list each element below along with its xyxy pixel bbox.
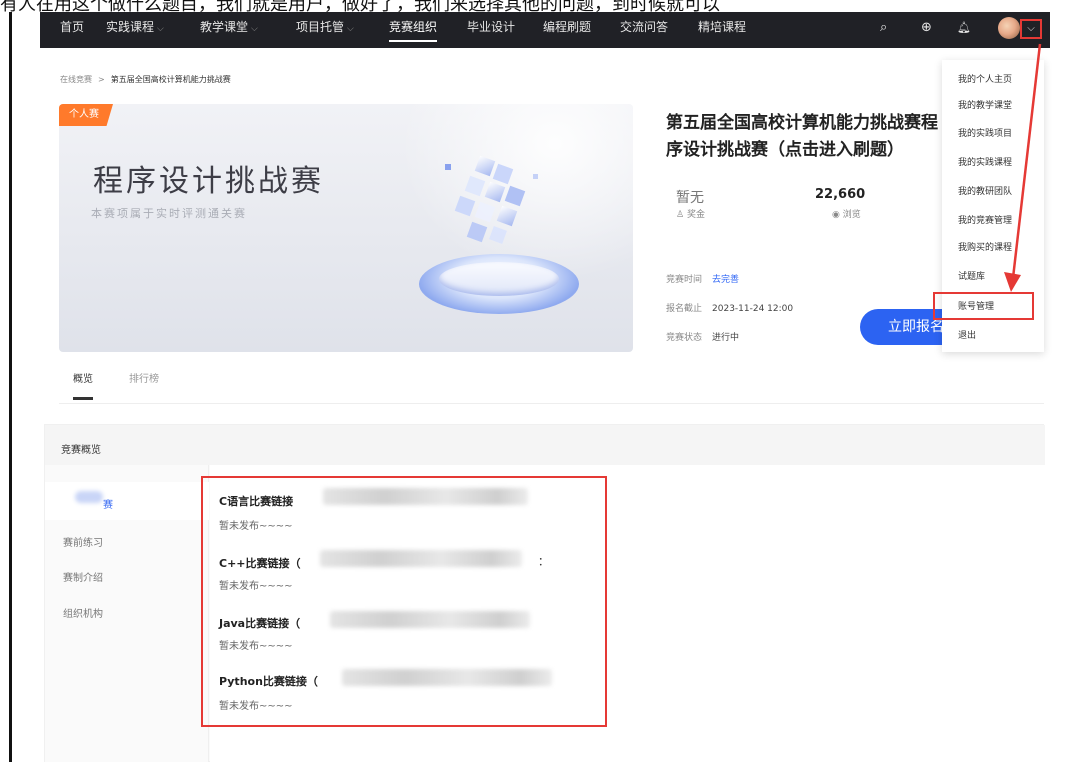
menu-item-purchased-courses[interactable]: 我购买的课程 [958,240,1012,253]
info-key: 竞赛状态 [666,333,703,343]
nav-item-qa[interactable]: 交流问答 [620,12,668,48]
nav-label: 精培课程 [698,20,747,34]
breadcrumb-root[interactable]: 在线竞赛 [60,75,92,84]
competition-tabs: 概览 排行榜 [59,360,1044,404]
info-key: 竞赛时间 [666,275,703,285]
info-value: 2023-11-24 12:00 [712,304,794,314]
nav-item-project-hosting[interactable]: 项目托管 ⌵ [296,12,354,48]
breadcrumb-separator: > [98,75,105,84]
prize-label: ♙ 奖金 [676,207,705,220]
add-icon[interactable]: ⊕ [921,21,932,35]
glass-cube-graphic [445,155,538,244]
nav-item-practice-courses[interactable]: 实践课程 ⌵ [106,12,164,48]
blurred-label [75,491,103,503]
chevron-down-icon: ⌵ [347,24,354,34]
menu-item-question-bank[interactable]: 试题库 [958,269,985,282]
banner-title: 程序设计挑战赛 [93,164,324,199]
top-cropped-text: 有人在用这个做什么题目，我们就是用户，做好了，我们来选择其他的问题，到时候就可以 [0,0,1075,12]
chevron-down-icon: ⌵ [251,24,258,34]
sidebar-item-organization[interactable]: 组织机构 [63,605,103,620]
menu-item-my-projects[interactable]: 我的实践项目 [958,126,1012,139]
info-row-time: 竞赛时间 去完善 [666,272,739,285]
info-key: 报名截止 [666,304,703,314]
chevron-down-icon: ⌵ [1027,23,1035,34]
nav-label: 竞赛组织 [389,20,438,34]
sidebar-item-practice[interactable]: 赛前练习 [63,534,103,549]
menu-item-profile[interactable]: 我的个人主页 [958,72,1012,85]
nav-label: 首页 [60,20,85,34]
individual-tag: 个人赛 [59,104,113,126]
banner-subtitle: 本赛项属于实时评测通关赛 [91,207,247,220]
prize-value: 暂无 [676,190,704,206]
eye-icon: ◉ [832,210,840,220]
signup-button[interactable]: 立即报名 [860,309,944,345]
competition-title[interactable]: 第五届全国高校计算机能力挑战赛程序设计挑战赛（点击进入刷题） [666,110,946,164]
info-value: 进行中 [712,333,740,343]
avatar[interactable] [998,17,1020,39]
nav-item-graduation-design[interactable]: 毕业设计 [467,12,515,48]
nav-item-coding-practice[interactable]: 编程刷题 [543,12,591,48]
links-annotation-box [201,476,607,727]
tab-overview[interactable]: 概览 [73,370,93,385]
overview-header: 竞赛概览 [45,425,1045,465]
prize-label-text: 奖金 [686,210,705,220]
menu-item-logout[interactable]: 退出 [958,328,976,341]
active-tab-indicator [73,397,93,400]
info-row-deadline: 报名截止 2023-11-24 12:00 [666,301,793,314]
tab-leaderboard[interactable]: 排行榜 [129,370,159,385]
sidebar-item-contest[interactable]: 赛 [103,496,113,511]
search-icon[interactable]: ⌕ [880,21,887,35]
competition-banner: 个人赛 程序设计挑战赛 本赛项属于实时评测通关赛 [59,104,633,352]
breadcrumb-current: 第五届全国高校计算机能力挑战赛 [110,75,231,84]
nav-item-training-courses[interactable]: 精培课程 [698,12,746,48]
views-value: 22,660 [815,187,866,202]
views-label-text: 浏览 [842,210,861,220]
bell-icon[interactable]: 🔔︎ [957,21,971,35]
nav-label: 交流问答 [620,20,669,34]
breadcrumb: 在线竞赛 > 第五届全国高校计算机能力挑战赛 [60,74,231,85]
overview-sidebar: 赛 赛前练习 赛制介绍 组织机构 [45,465,209,762]
top-cropped-text-content: 有人在用这个做什么题目，我们就是用户，做好了，我们来选择其他的问题，到时候就可以 [0,0,720,12]
nav-item-home[interactable]: 首页 [60,12,84,48]
nav-label: 教学课堂 [200,20,249,34]
nav-label: 项目托管 [296,20,345,34]
info-row-status: 竞赛状态 进行中 [666,330,739,343]
prize-icon: ♙ [676,210,685,220]
active-item-bg [45,482,209,520]
nav-item-teaching-classroom[interactable]: 教学课堂 ⌵ [200,12,258,48]
menu-item-my-team[interactable]: 我的教研团队 [958,184,1012,197]
top-navbar: 首页 实践课程 ⌵ 教学课堂 ⌵ 项目托管 ⌵ 竞赛组织 毕业设计 编程刷题 交流问答… [40,12,1050,48]
menu-item-my-courses[interactable]: 我的实践课程 [958,155,1012,168]
nav-label: 毕业设计 [467,20,516,34]
pedestal-top-graphic [439,262,559,296]
nav-item-competition[interactable]: 竞赛组织 [389,12,438,48]
chevron-down-icon: ⌵ [157,24,164,34]
overview-heading: 竞赛概览 [61,445,101,456]
nav-label: 实践课程 [106,20,155,34]
menu-item-my-classroom[interactable]: 我的教学课堂 [958,98,1012,111]
account-settings-annotation-box [933,292,1034,320]
sidebar-item-rules[interactable]: 赛制介绍 [63,569,103,584]
menu-item-my-competitions[interactable]: 我的竞赛管理 [958,213,1012,226]
avatar-dropdown-toggle[interactable]: ⌵ [1020,19,1042,39]
left-edge-bar [9,12,12,762]
nav-label: 编程刷题 [543,20,592,34]
info-value-link[interactable]: 去完善 [712,275,739,285]
views-label: ◉ 浏览 [832,207,861,220]
